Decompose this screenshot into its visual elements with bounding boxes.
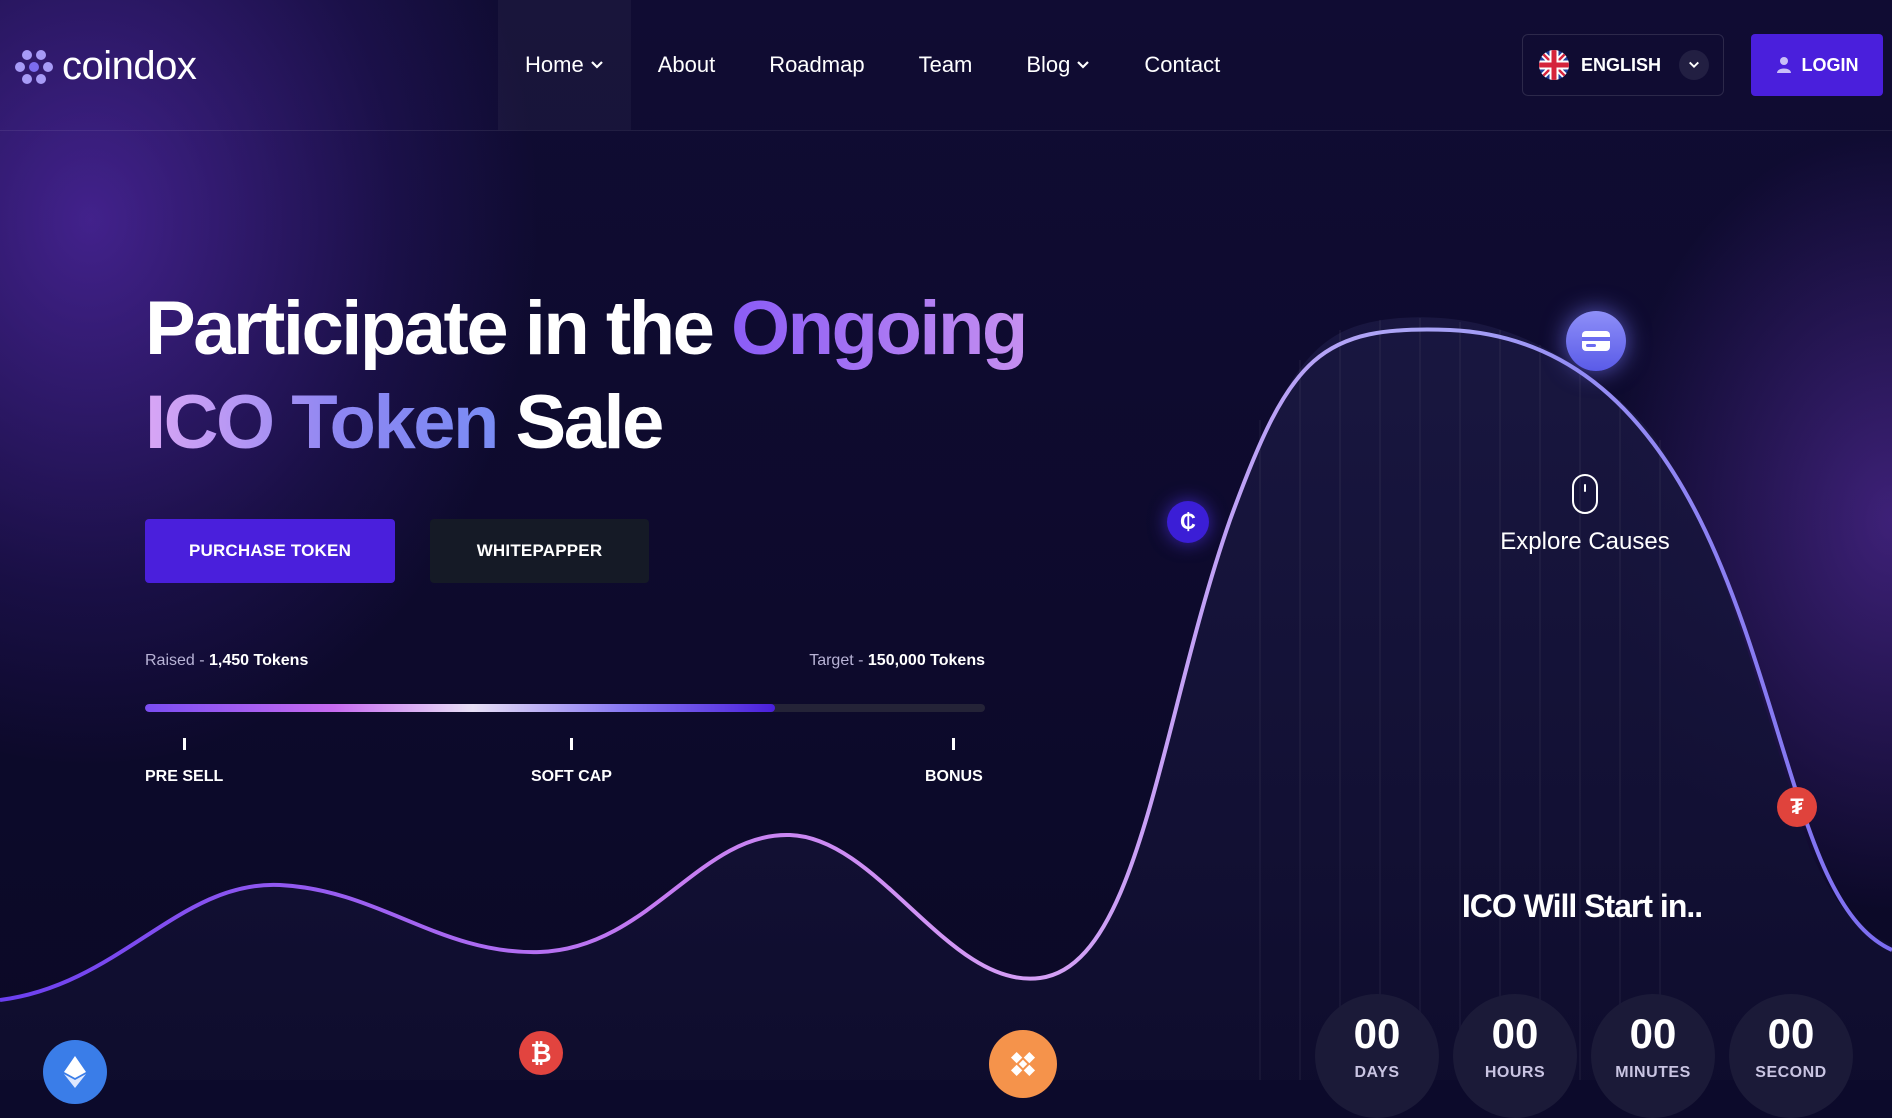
login-button[interactable]: LOGIN (1751, 34, 1883, 96)
logo-text: coindox (62, 44, 197, 88)
language-selector[interactable]: ENGLISH (1522, 34, 1724, 96)
nav-label: Contact (1144, 52, 1221, 77)
hero-title-highlight-ongoing: Ongoing (731, 286, 1028, 371)
whitepaper-button[interactable]: WHITEPAPPER (430, 519, 649, 583)
milestone-pre-sell: PRE SELL (145, 738, 223, 786)
milestone-label: PRE SELL (145, 768, 224, 785)
binance-icon (989, 1030, 1057, 1098)
countdown-label: HOURS (1484, 1064, 1546, 1081)
countdown-label: DAYS (1354, 1064, 1400, 1081)
countdown-label: MINUTES (1615, 1064, 1691, 1081)
countdown-value: 00 (1767, 1010, 1815, 1057)
chevron-down-icon (1077, 61, 1090, 69)
milestone-label: BONUS (925, 768, 983, 785)
countdown-title: ICO Will Start in.. (1461, 888, 1703, 924)
purchase-token-button[interactable]: PURCHASE TOKEN (145, 519, 395, 583)
explore-causes-label: Explore Causes (1500, 528, 1670, 555)
countdown-seconds: 00 SECOND (1729, 994, 1853, 1118)
nav-item-contact[interactable]: Contact (1117, 0, 1247, 130)
nav-item-about[interactable]: About (631, 0, 743, 130)
target-label: Target - (809, 652, 868, 669)
main-nav: Home About Roadmap Team Blog Contact (498, 0, 1247, 130)
token-progress-fill (145, 704, 775, 712)
countdown-minutes: 00 MINUTES (1591, 994, 1715, 1118)
celo-icon: ₵ (1167, 501, 1209, 543)
countdown-value: 00 (1491, 1010, 1539, 1057)
chevron-down-icon (590, 61, 603, 69)
countdown-hours: 00 HOURS (1453, 994, 1577, 1118)
uk-flag-icon (1539, 50, 1569, 80)
raised-label: Raised - (145, 652, 210, 669)
milestone-soft-cap: SOFT CAP (531, 738, 612, 786)
target-value: 150,000 Tokens (867, 652, 985, 669)
nav-item-roadmap[interactable]: Roadmap (742, 0, 891, 130)
card-icon (1566, 311, 1626, 371)
target-amount: Target - 150,000 Tokens (809, 652, 985, 670)
countdown-label: SECOND (1755, 1064, 1827, 1081)
nav-item-home[interactable]: Home (498, 0, 631, 130)
explore-causes-link[interactable]: Explore Causes (1480, 474, 1690, 556)
chevron-down-icon (1679, 50, 1709, 80)
raised-value: 1,450 Tokens (209, 652, 309, 669)
milestone-tick (182, 738, 186, 750)
nav-label: Roadmap (769, 52, 865, 77)
hexagon-cluster-icon (15, 49, 53, 84)
countdown-value: 00 (1629, 1010, 1677, 1057)
mouse-scroll-icon (1572, 474, 1598, 514)
countdown-value: 00 (1353, 1010, 1401, 1057)
nav-label: About (657, 52, 716, 77)
nav-item-blog[interactable]: Blog (999, 0, 1117, 130)
raised-amount: Raised - 1,450 Tokens (145, 652, 308, 670)
login-label: LOGIN (1801, 54, 1859, 75)
nav-label: Home (525, 52, 584, 77)
milestone-bonus: BONUS (925, 738, 983, 786)
logo[interactable]: coindox (14, 44, 197, 89)
hero-title: Participate in the Ongoing ICO Token Sal… (145, 282, 1028, 470)
milestone-tick (952, 738, 956, 750)
nav-label: Team (918, 52, 973, 77)
countdown-days: 00 DAYS (1315, 994, 1439, 1118)
nav-item-team[interactable]: Team (892, 0, 1000, 130)
hero-title-part4: Sale (496, 380, 665, 465)
hero-title-part1: Participate in the (145, 286, 731, 371)
site-header: coindox Home About Roadmap Team Blog Con… (0, 0, 1892, 131)
bitcoin-icon: ₿ (519, 1031, 563, 1075)
milestone-label: SOFT CAP (531, 768, 612, 785)
nav-label: Blog (1026, 52, 1071, 77)
tether-icon: ₮ (1777, 787, 1817, 827)
language-label: ENGLISH (1581, 54, 1662, 75)
hero-title-highlight-ico-token: ICO Token (145, 380, 499, 465)
milestone-tick (569, 738, 573, 750)
token-progress-bar (145, 704, 985, 712)
ethereum-icon (43, 1040, 107, 1104)
user-icon (1776, 57, 1791, 73)
